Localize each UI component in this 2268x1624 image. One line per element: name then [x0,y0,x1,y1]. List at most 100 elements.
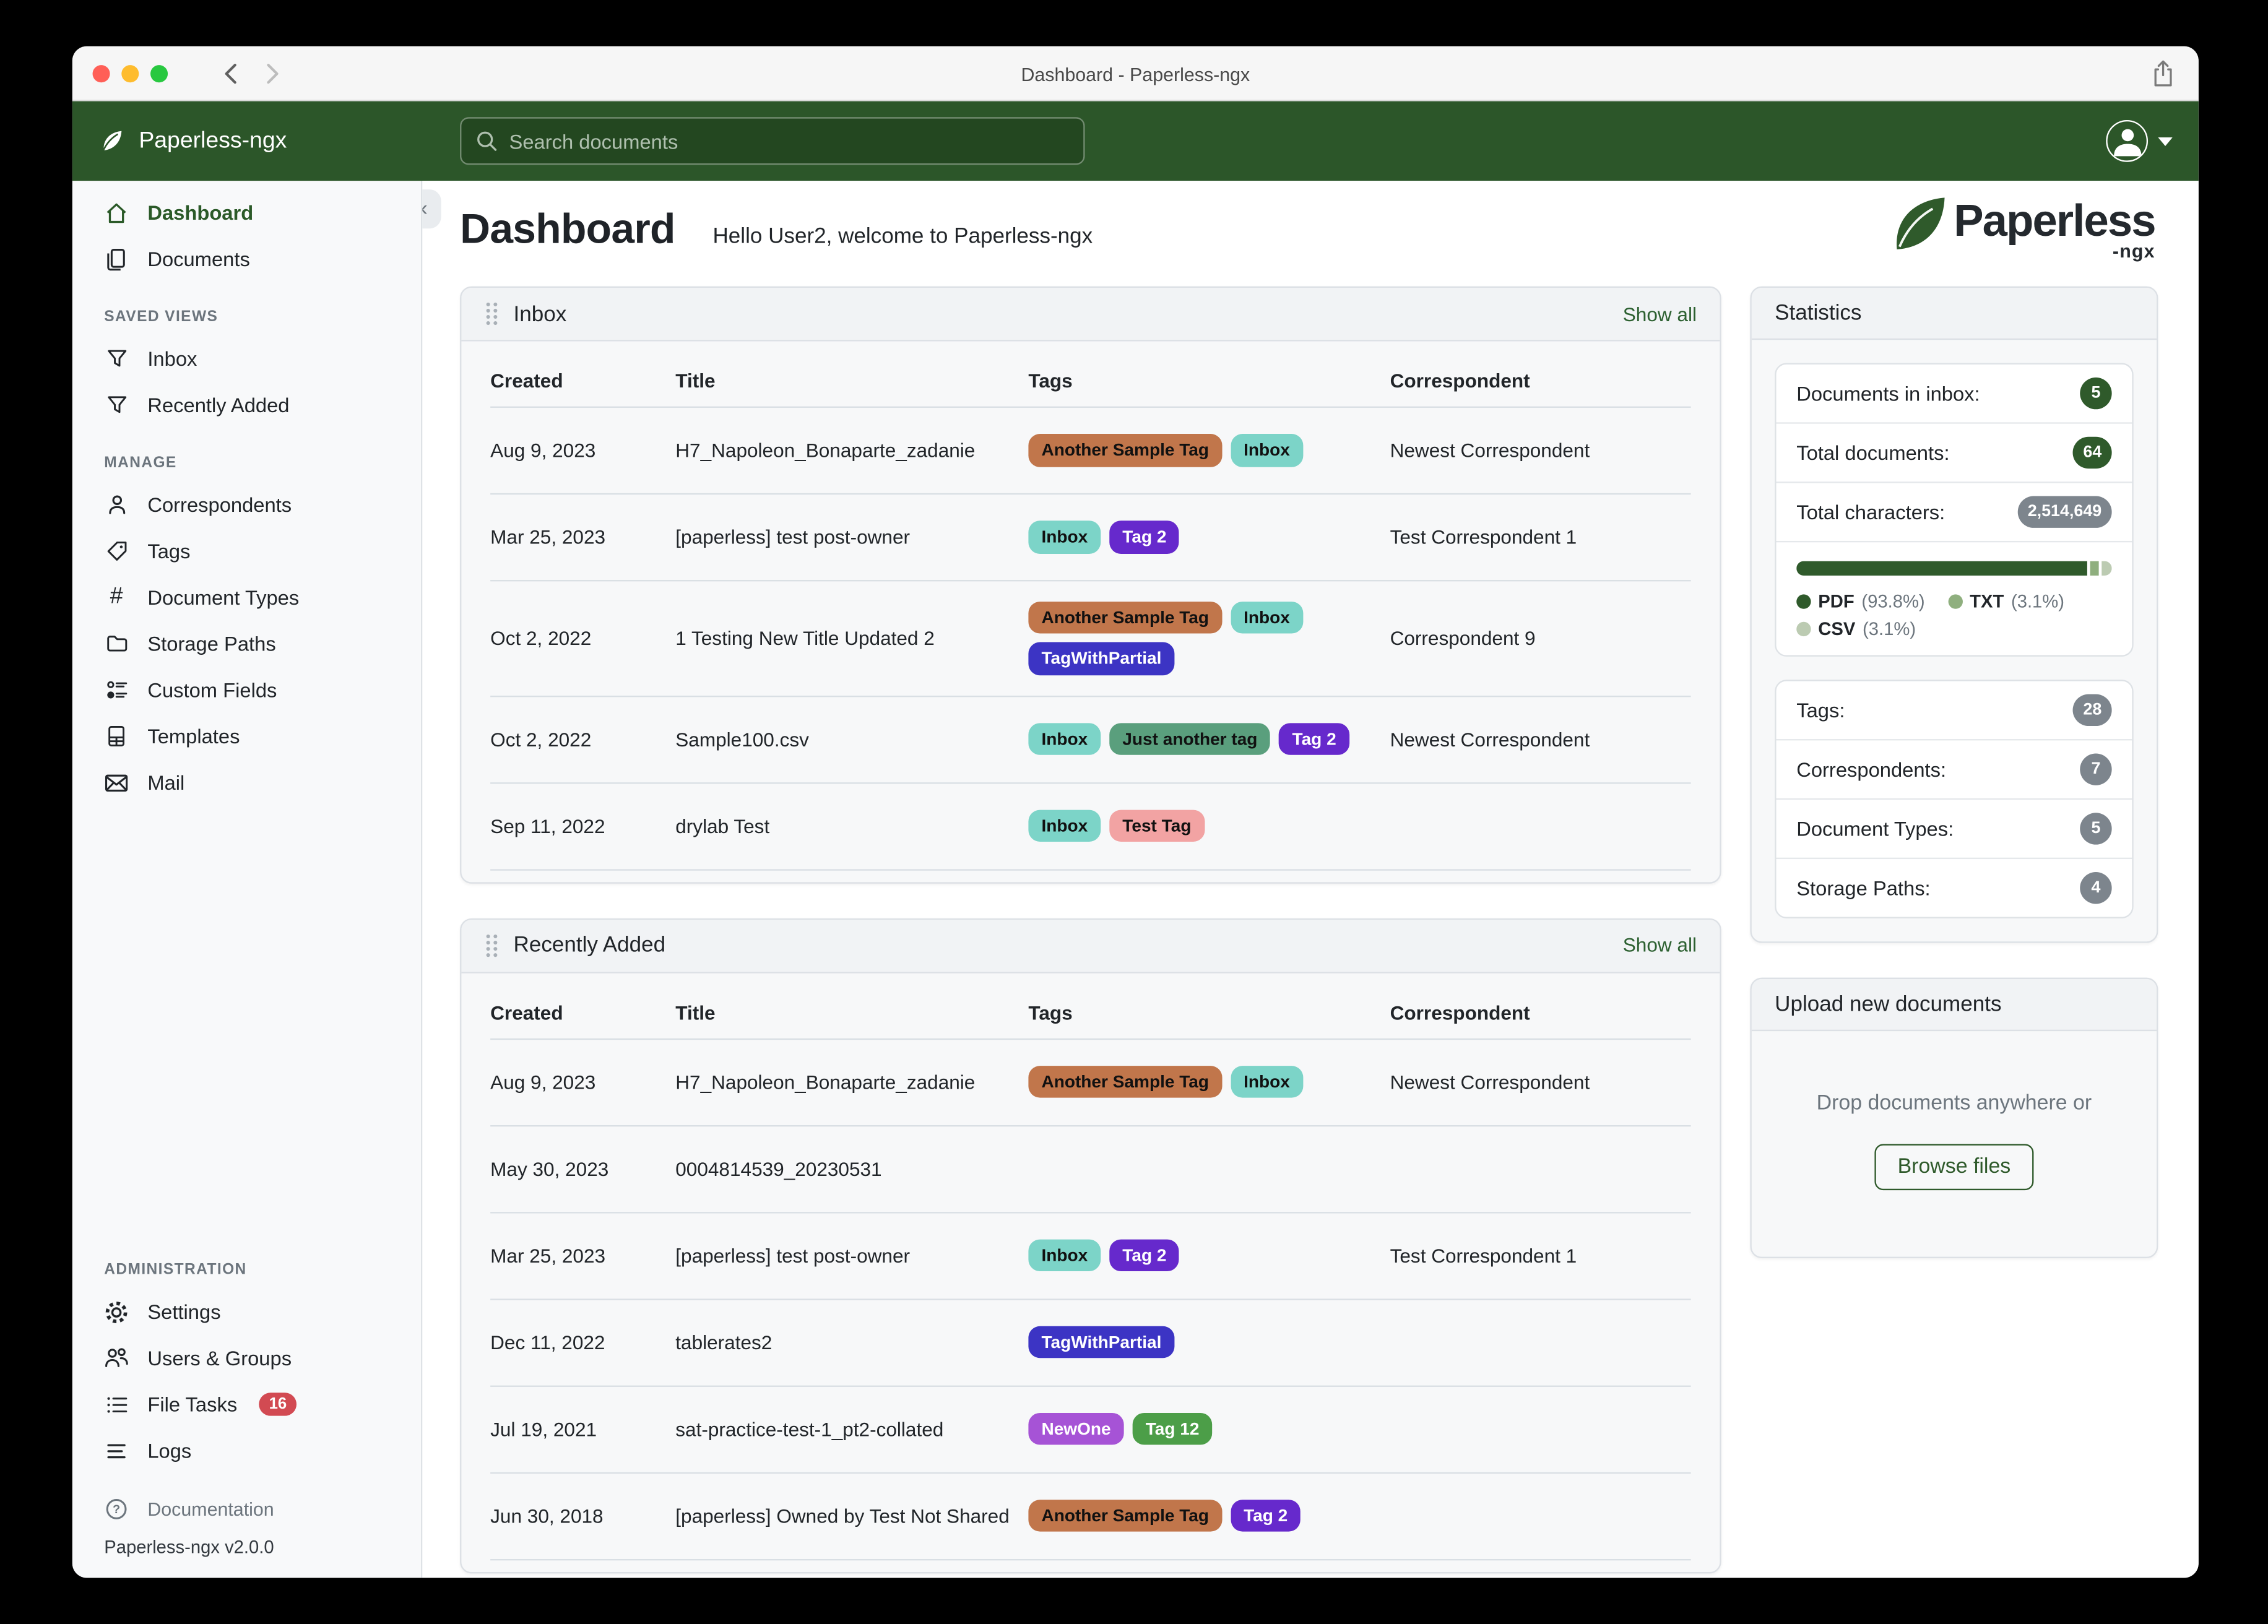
tag-badge[interactable]: Tag 12 [1132,1413,1213,1446]
tag-badge[interactable]: Another Sample Tag [1028,1500,1223,1532]
cell-tags: NewOne Tag 12 [1028,1413,1390,1446]
sidebar-item-file-tasks[interactable]: File Tasks 16 [72,1381,421,1428]
column-header: Tags [1028,370,1073,392]
tag-badge[interactable]: Test Tag [1109,810,1205,843]
window-title: Dashboard - Paperless-ngx [1021,63,1250,85]
tag-badge[interactable]: TagWithPartial [1028,1326,1175,1359]
logo-wordmark: Paperless [1954,195,2156,246]
cell-created: Mar 25, 2023 [490,1245,606,1267]
sidebar-item-tags[interactable]: Tags [72,528,421,574]
tag-badge[interactable]: Another Sample Tag [1028,434,1223,467]
sidebar-collapse-button[interactable]: « [422,189,441,229]
tag-badge[interactable]: Inbox [1028,1239,1101,1272]
sidebar-item-documents[interactable]: Documents [72,236,421,282]
search-icon [476,130,498,152]
sidebar-item-document-types[interactable]: # Document Types [72,574,421,621]
stat-correspondents[interactable]: Correspondents: 7 [1776,740,2132,800]
sidebar-item-inbox[interactable]: Inbox [72,335,421,382]
leaf-icon [1887,192,1951,256]
cell-title: tablerates2 [675,1331,773,1354]
table-row[interactable]: Jul 19, 2021 sat-practice-test-1_pt2-col… [490,1386,1691,1474]
tag-badge[interactable]: Inbox [1028,723,1101,756]
table-row[interactable]: Aug 9, 2023 H7_Napoleon_Bonaparte_zadani… [490,1040,1691,1126]
tag-badge[interactable]: Tag 2 [1279,723,1349,756]
cell-correspondent: Newest Correspondent [1390,1071,1590,1094]
stat-storage-paths[interactable]: Storage Paths: 4 [1777,859,2132,917]
search-bar[interactable] [460,117,1085,165]
browse-files-button[interactable]: Browse files [1874,1144,2034,1191]
table-row[interactable]: Mar 25, 2023 [paperless] test post-owner… [490,495,1691,582]
legend-item: PDF (93.8%) [1796,592,1925,611]
tag-badge[interactable]: NewOne [1028,1413,1124,1446]
tag-badge[interactable]: Tag 2 [1231,1500,1301,1532]
table-row[interactable]: Dec 11, 2022 tablerates2 TagWithPartial [490,1300,1691,1387]
cell-tags: Another Sample Tag Inbox [1028,1066,1390,1099]
chevron-down-icon [2158,136,2173,145]
upload-dropzone[interactable]: Drop documents anywhere or Browse files [1752,1031,2157,1257]
sidebar-item-mail[interactable]: Mail [72,759,421,806]
sidebar-item-label: Dashboard [147,201,254,225]
table-row[interactable]: May 30, 2023 0004814539_20230531 [490,1126,1691,1214]
tag-badge[interactable]: Inbox [1028,810,1101,843]
sidebar-item-label: Inbox [147,347,197,371]
table-row[interactable]: Oct 2, 2022 Sample100.csv Inbox Just anot… [490,697,1691,784]
sidebar-item-custom-fields[interactable]: Custom Fields [72,667,421,713]
stat-label: Document Types: [1796,817,1954,840]
tag-badge[interactable]: Inbox [1231,602,1303,634]
sidebar-item-correspondents[interactable]: Correspondents [72,482,421,528]
drag-handle-icon[interactable] [485,301,499,327]
tag-badge[interactable]: Another Sample Tag [1028,602,1223,634]
tag-badge[interactable]: Another Sample Tag [1028,1066,1223,1099]
sidebar-item-documentation[interactable]: ? Documentation [72,1485,421,1532]
user-menu-button[interactable] [2106,119,2173,162]
sidebar-item-label: Logs [147,1439,192,1462]
recently-added-show-all-link[interactable]: Show all [1623,935,1697,956]
sidebar-item-logs[interactable]: Logs [72,1427,421,1474]
sidebar-item-recently-added[interactable]: Recently Added [72,382,421,428]
stat-tags[interactable]: Tags: 28 [1776,681,2132,741]
inbox-show-all-link[interactable]: Show all [1623,303,1697,325]
sidebar-section-administration: ADMINISTRATION [104,1261,247,1279]
card-title: Upload new documents [1775,991,2002,1017]
sidebar-item-label: Settings [147,1300,221,1324]
table-row[interactable]: Mar 25, 2023 [paperless] test post-owner… [490,1213,1691,1300]
tag-badge[interactable]: Tag 2 [1109,1239,1180,1272]
stat-label: Total characters: [1796,500,1946,524]
tag-badge[interactable]: Inbox [1028,520,1101,554]
legend-percent: (3.1%) [1863,619,1916,639]
table-header-row: Created Title Tags Correspondent [490,982,1691,1040]
table-row[interactable]: Oct 2, 2022 1 Testing New Title Updated … [490,581,1691,697]
stat-badge: 2,514,649 [2017,496,2112,528]
tag-badge[interactable]: TagWithPartial [1028,642,1175,675]
table-row[interactable]: Jun 30, 2018 [paperless] Owned by Test N… [490,1474,1691,1560]
table-row[interactable]: Aug 9, 2023 H7_Napoleon_Bonaparte_zadani… [490,408,1691,495]
stat-documents-in-inbox[interactable]: Documents in inbox: 5 [1776,365,2132,424]
sidebar-item-users-groups[interactable]: Users & Groups [72,1335,421,1381]
tag-icon [104,540,129,563]
column-header: Title [675,370,716,392]
app-version: Paperless-ngx v2.0.0 [104,1537,274,1558]
drag-handle-icon[interactable] [485,933,499,959]
file-type-breakdown: PDF (93.8%) TXT (3.1%) CSV (3.1%) [1777,542,2132,655]
search-input[interactable] [509,129,1069,153]
stat-document-types[interactable]: Document Types: 5 [1776,800,2132,860]
tag-badge[interactable]: Tag 2 [1109,520,1180,554]
table-row[interactable]: Sep 11, 2022 drylab Test Inbox Test Tag [490,784,1691,871]
gear-icon [104,1300,129,1324]
sidebar-item-storage-paths[interactable]: Storage Paths [72,620,421,667]
tag-badge[interactable]: Inbox [1231,434,1303,467]
sidebar-item-templates[interactable]: Templates [72,713,421,759]
tag-badge[interactable]: Just another tag [1109,723,1271,756]
stat-total-characters: Total characters: 2,514,649 [1776,483,2132,543]
cell-tags: Another Sample Tag Tag 2 [1028,1500,1390,1532]
tag-badge[interactable]: Inbox [1231,1066,1303,1099]
app-header: Paperless-ngx [72,101,2199,181]
upload-hint: Drop documents anywhere or [1816,1092,2092,1115]
brand[interactable]: Paperless-ngx [72,127,287,155]
sidebar-item-settings[interactable]: Settings [72,1289,421,1335]
share-icon[interactable] [2151,59,2176,89]
welcome-message: Hello User2, welcome to Paperless-ngx [712,224,1093,249]
sidebar-item-dashboard[interactable]: Dashboard [72,189,421,236]
hash-icon: # [110,584,123,609]
filter-icon [104,347,129,370]
